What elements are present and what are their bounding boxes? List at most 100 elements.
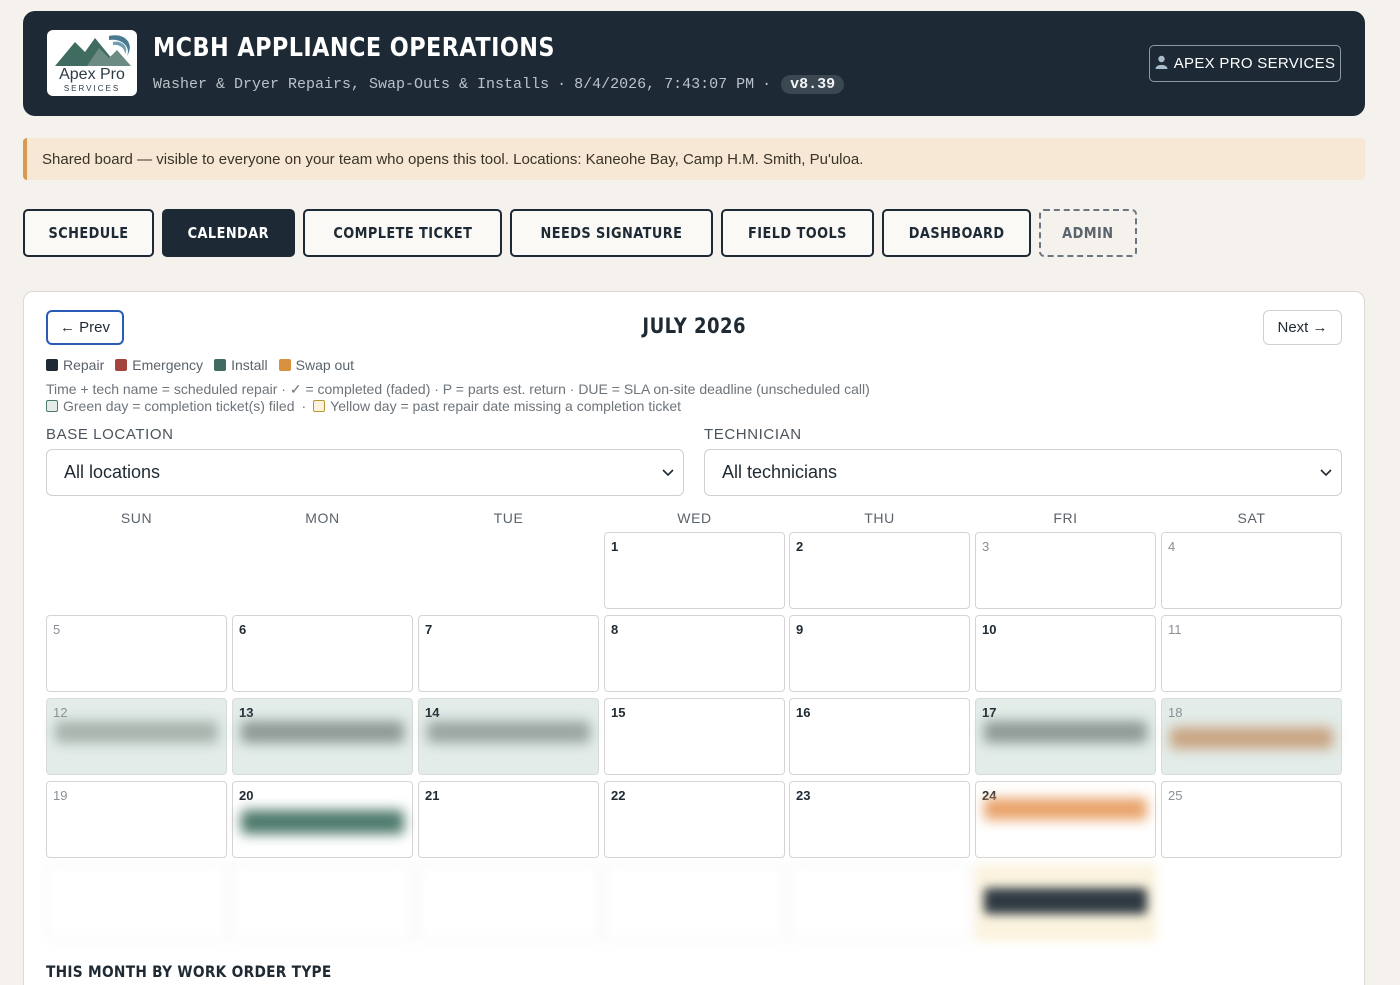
calendar-day[interactable]: 16 bbox=[789, 698, 970, 775]
calendar-day[interactable]: 25 bbox=[1161, 781, 1342, 858]
calendar-day[interactable]: 13 bbox=[232, 698, 413, 775]
month-title: JULY 2026 bbox=[24, 314, 1364, 338]
weekday-header: FRI bbox=[1053, 510, 1078, 526]
calendar-day[interactable]: 20 bbox=[232, 781, 413, 858]
tab-calendar-label: CALENDAR bbox=[187, 224, 270, 242]
legend-item-install: Install bbox=[214, 357, 268, 373]
calendar-event[interactable] bbox=[241, 721, 404, 743]
calendar-event[interactable] bbox=[241, 810, 404, 834]
calendar-day[interactable]: 11 bbox=[1161, 615, 1342, 692]
emergency-swatch bbox=[115, 359, 128, 371]
green-day-help: Green day = completion ticket(s) filed bbox=[63, 398, 295, 414]
tab-field-tools[interactable]: FIELD TOOLS bbox=[721, 209, 875, 257]
day-number: 10 bbox=[982, 622, 997, 637]
calendar-day-color-help: Green day = completion ticket(s) filed ·… bbox=[46, 398, 681, 414]
calendar-event[interactable] bbox=[55, 721, 218, 743]
calendar-day[interactable]: 23 bbox=[789, 781, 970, 858]
technician-label: TECHNICIAN bbox=[704, 426, 802, 443]
user-account-label: APEX PRO SERVICES bbox=[1173, 55, 1336, 72]
day-number: 21 bbox=[425, 788, 440, 803]
calendar-event[interactable] bbox=[984, 798, 1147, 820]
tab-needs-signature[interactable]: NEEDS SIGNATURE bbox=[510, 209, 714, 257]
calendar-day[interactable]: 2 bbox=[789, 532, 970, 609]
calendar-event[interactable] bbox=[984, 721, 1147, 743]
section-title: THIS MONTH BY WORK ORDER TYPE bbox=[46, 962, 378, 981]
calendar-panel: ← Prev JULY 2026 Next → Repair Emergency… bbox=[23, 291, 1365, 985]
technician-value: All technicians bbox=[722, 462, 838, 482]
calendar-day[interactable]: 22 bbox=[604, 781, 785, 858]
subtitle-separator: · bbox=[762, 76, 772, 93]
next-month-button[interactable]: Next → bbox=[1263, 310, 1342, 345]
app-header: Apex Pro SERVICES MCBH APPLIANCE OPERATI… bbox=[23, 11, 1365, 116]
tab-dashboard[interactable]: DASHBOARD bbox=[882, 209, 1032, 257]
tab-complete-ticket[interactable]: COMPLETE TICKET bbox=[302, 209, 503, 257]
day-number: 9 bbox=[796, 622, 804, 637]
day-number: 7 bbox=[425, 622, 433, 637]
calendar-day[interactable]: 21 bbox=[418, 781, 599, 858]
calendar-event[interactable] bbox=[427, 721, 590, 743]
calendar-help-line: Time + tech name = scheduled repair · ✓ … bbox=[46, 381, 870, 397]
banner-text: Shared board — visible to everyone on yo… bbox=[42, 150, 864, 168]
tab-complete-ticket-label: COMPLETE TICKET bbox=[332, 224, 472, 242]
person-icon bbox=[1155, 55, 1168, 72]
calendar-week-blurred bbox=[46, 864, 1343, 949]
main-nav: SCHEDULE CALENDAR COMPLETE TICKET NEEDS … bbox=[23, 209, 1138, 257]
calendar-event[interactable] bbox=[1170, 727, 1333, 749]
day-number: 15 bbox=[611, 705, 626, 720]
app-subtitle: Washer & Dryer Repairs, Swap-Outs & Inst… bbox=[153, 76, 550, 93]
calendar-day[interactable]: 8 bbox=[604, 615, 785, 692]
install-swatch bbox=[214, 359, 227, 371]
base-location-value: All locations bbox=[64, 462, 161, 482]
tab-field-tools-label: FIELD TOOLS bbox=[748, 224, 848, 242]
calendar-day[interactable]: 1 bbox=[604, 532, 785, 609]
tab-needs-signature-label: NEEDS SIGNATURE bbox=[540, 224, 683, 242]
base-location-select[interactable]: All locations bbox=[46, 449, 684, 496]
calendar-day[interactable]: 3 bbox=[975, 532, 1156, 609]
legend-label: Emergency bbox=[132, 357, 204, 373]
day-number: 22 bbox=[611, 788, 626, 803]
subtitle-separator: · bbox=[557, 76, 567, 93]
chevron-down-icon bbox=[1319, 464, 1333, 485]
legend-item-swap-out: Swap out bbox=[278, 357, 355, 373]
day-number: 6 bbox=[239, 622, 247, 637]
day-number: 25 bbox=[1168, 788, 1183, 803]
day-number: 19 bbox=[53, 788, 68, 803]
tab-dashboard-label: DASHBOARD bbox=[908, 224, 1005, 242]
weekday-header: MON bbox=[305, 510, 340, 526]
calendar-day[interactable]: 4 bbox=[1161, 532, 1342, 609]
logo-subtext: SERVICES bbox=[63, 84, 121, 93]
user-account-button[interactable]: APEX PRO SERVICES bbox=[1149, 45, 1341, 82]
calendar-day[interactable]: 18 bbox=[1161, 698, 1342, 775]
calendar-day[interactable]: 6 bbox=[232, 615, 413, 692]
version-badge: v8.39 bbox=[781, 75, 845, 94]
tab-calendar[interactable]: CALENDAR bbox=[162, 209, 295, 257]
weekday-header: THU bbox=[864, 510, 895, 526]
calendar-day[interactable]: 19 bbox=[46, 781, 227, 858]
swap-out-swatch bbox=[278, 359, 291, 371]
calendar-day[interactable]: 9 bbox=[789, 615, 970, 692]
weekday-header: SUN bbox=[120, 510, 153, 526]
day-number: 18 bbox=[1168, 705, 1183, 720]
legend-item-repair: Repair bbox=[46, 357, 104, 373]
day-number: 16 bbox=[796, 705, 811, 720]
tab-admin[interactable]: ADMIN bbox=[1039, 209, 1138, 257]
calendar-day[interactable]: 14 bbox=[418, 698, 599, 775]
legend-label: Swap out bbox=[295, 357, 355, 373]
calendar-day[interactable]: 7 bbox=[418, 615, 599, 692]
weekday-header: SAT bbox=[1237, 510, 1266, 526]
calendar-day[interactable]: 10 bbox=[975, 615, 1156, 692]
green-day-swatch bbox=[46, 400, 58, 412]
header-subtitle-line: Washer & Dryer Repairs, Swap-Outs & Inst… bbox=[153, 75, 845, 94]
calendar-day[interactable]: 24 bbox=[975, 781, 1156, 858]
day-number: 12 bbox=[53, 705, 68, 720]
company-logo: Apex Pro SERVICES bbox=[47, 30, 137, 96]
technician-select[interactable]: All technicians bbox=[704, 449, 1342, 496]
tab-schedule[interactable]: SCHEDULE bbox=[23, 209, 155, 257]
repair-swatch bbox=[46, 359, 58, 371]
calendar-day[interactable]: 12 bbox=[46, 698, 227, 775]
calendar-day[interactable]: 15 bbox=[604, 698, 785, 775]
calendar-day[interactable]: 17 bbox=[975, 698, 1156, 775]
calendar-day[interactable]: 5 bbox=[46, 615, 227, 692]
legend-label: Repair bbox=[63, 357, 105, 373]
app-title: MCBH APPLIANCE OPERATIONS bbox=[153, 33, 555, 63]
